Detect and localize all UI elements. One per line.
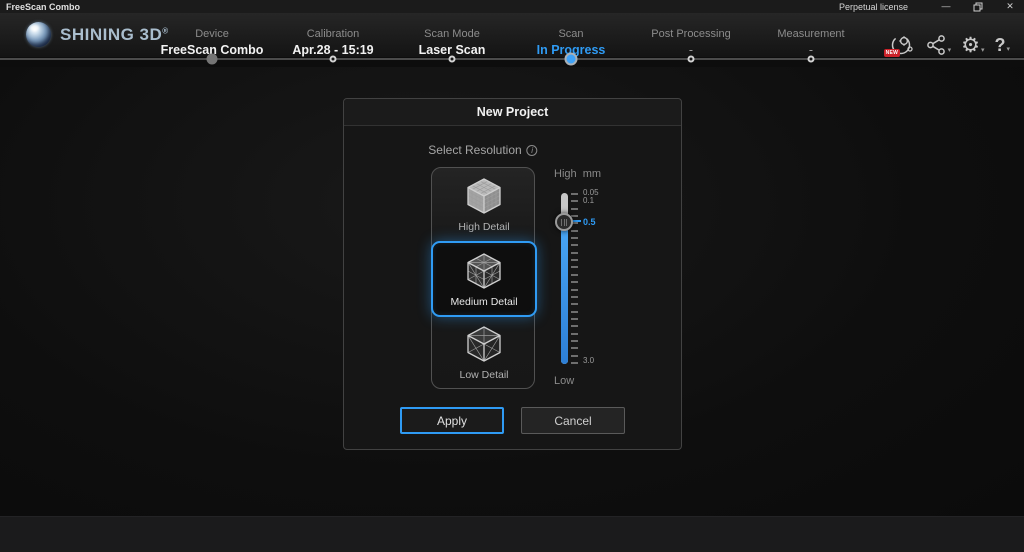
progress-dot-scan-active <box>565 53 578 66</box>
main-area: New Project Select Resolution i High Det… <box>0 67 1024 552</box>
info-icon[interactable]: i <box>527 145 538 156</box>
option-high-detail[interactable]: High Detail <box>432 168 536 240</box>
chevron-down-icon: ▾ <box>948 46 952 56</box>
slider-high-label: High mm <box>554 168 601 180</box>
slider-fill <box>561 220 568 364</box>
chevron-down-icon: ▾ <box>1006 45 1010 55</box>
medium-detail-cube-icon <box>462 251 506 291</box>
restore-icon <box>973 2 983 12</box>
gear-icon: ⚙ <box>961 34 980 56</box>
app-header: SHINING 3D® Device FreeScan Combo Calibr… <box>0 13 1024 57</box>
select-resolution-text: Select Resolution <box>428 143 521 157</box>
share-button[interactable]: ▾ <box>925 34 952 56</box>
chevron-down-icon: ▾ <box>981 46 985 56</box>
progress-dot-calibration <box>330 56 337 63</box>
settings-button[interactable]: ⚙ ▾ <box>961 34 984 56</box>
window-title: FreeScan Combo <box>6 2 80 12</box>
option-label: High Detail <box>458 221 509 233</box>
window-titlebar: FreeScan Combo Perpetual license — ✕ <box>0 0 1024 13</box>
option-label: Medium Detail <box>450 296 517 308</box>
share-icon <box>925 34 947 56</box>
license-label: Perpetual license <box>839 2 908 12</box>
step-measurement[interactable]: Measurement - <box>736 28 886 57</box>
new-badge: NEW <box>884 49 901 57</box>
resolution-options: High Detail Medium Detail <box>431 167 535 389</box>
high-detail-cube-icon <box>462 176 506 216</box>
slider-low-label: Low <box>554 375 574 387</box>
help-button[interactable]: ? ▾ <box>994 35 1010 55</box>
slider-unit-label: mm <box>583 168 601 180</box>
new-project-dialog: New Project Select Resolution i High Det… <box>343 98 682 450</box>
slider-tick-label-second: 0.1 <box>583 197 594 205</box>
resolution-slider-handle[interactable] <box>555 213 573 231</box>
cancel-button[interactable]: Cancel <box>521 407 625 434</box>
option-label: Low Detail <box>459 369 508 381</box>
question-mark-icon: ? <box>994 35 1005 55</box>
shining3d-globe-icon <box>26 22 51 47</box>
low-detail-cube-icon <box>462 324 506 364</box>
slider-current-value: 0.5 <box>583 218 596 226</box>
apply-button[interactable]: Apply <box>400 407 504 434</box>
option-low-detail[interactable]: Low Detail <box>432 316 536 388</box>
bottom-bar <box>0 516 1024 552</box>
progress-line <box>0 58 1024 60</box>
progress-dot-measurement <box>808 56 815 63</box>
wizard-progress <box>0 57 1024 67</box>
slider-tick-label-max: 3.0 <box>583 357 594 365</box>
close-button[interactable]: ✕ <box>1002 0 1018 13</box>
dialog-title: New Project <box>344 99 681 126</box>
community-button[interactable]: NEW <box>889 33 915 57</box>
step-label: Measurement <box>736 28 886 40</box>
minimize-button[interactable]: — <box>938 0 954 13</box>
select-resolution-label: Select Resolution i <box>428 143 537 157</box>
progress-dot-scan-mode <box>449 56 456 63</box>
option-medium-detail-selected[interactable]: Medium Detail <box>431 241 537 317</box>
progress-dot-device <box>207 54 218 65</box>
progress-dot-post-processing <box>688 56 695 63</box>
restore-button[interactable] <box>970 2 986 12</box>
